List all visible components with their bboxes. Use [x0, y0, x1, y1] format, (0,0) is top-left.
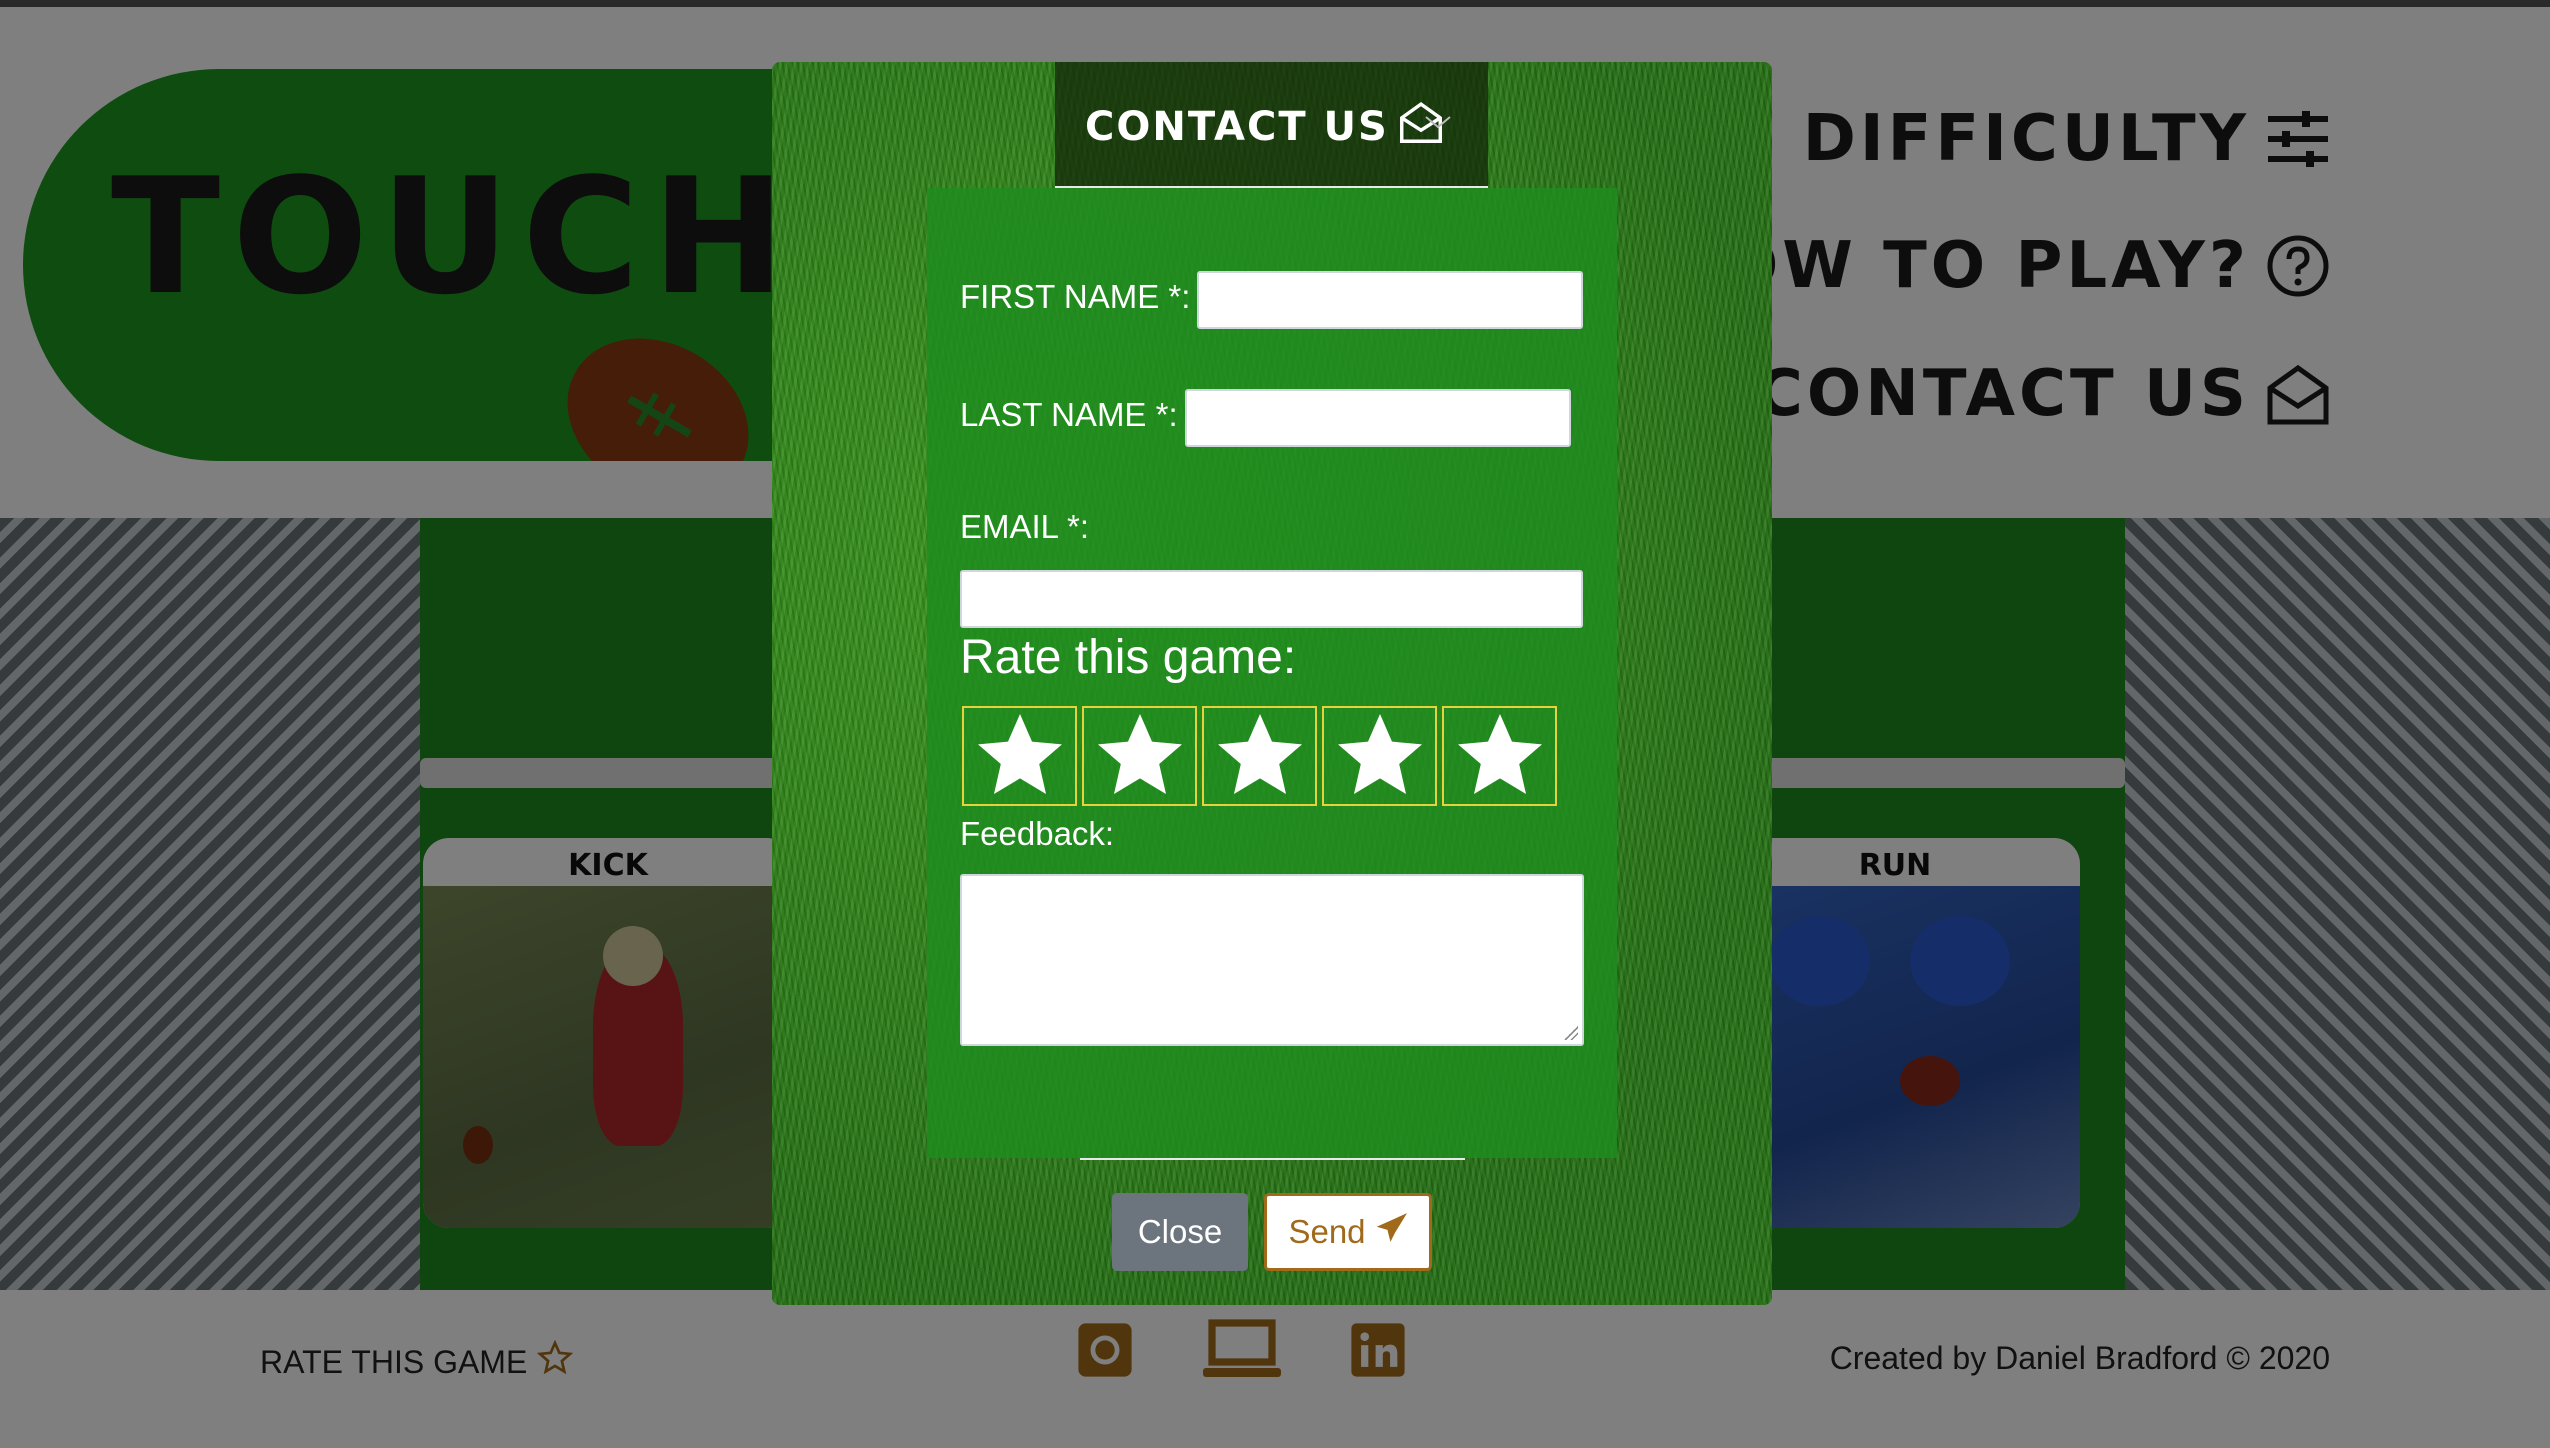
close-button[interactable]: Close [1112, 1193, 1248, 1271]
send-button[interactable]: Send [1264, 1193, 1432, 1271]
modal-footer-layer: Close Send [772, 62, 1772, 1305]
modal-footer-divider [1080, 1158, 1465, 1160]
paper-plane-icon [1376, 1212, 1408, 1252]
close-button-label: Close [1137, 1213, 1223, 1250]
send-button-label: Send [1288, 1213, 1366, 1250]
